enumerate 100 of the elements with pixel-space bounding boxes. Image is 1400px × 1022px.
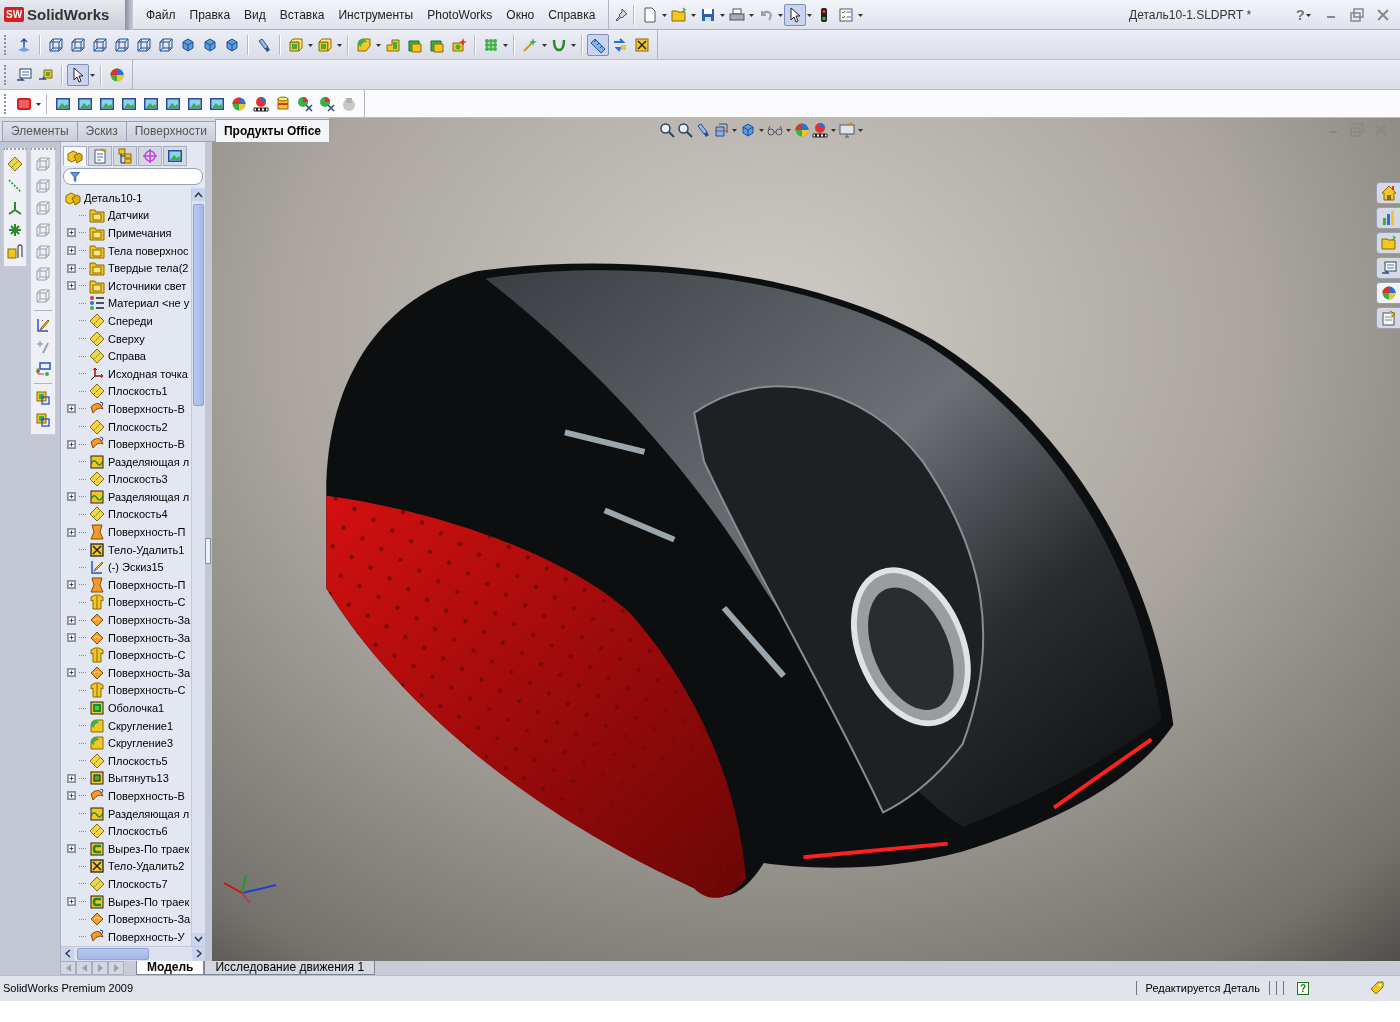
- tree-item[interactable]: Поверхность-С: [108, 684, 186, 697]
- caret-down-icon[interactable]: [194, 936, 203, 943]
- picture-icon[interactable]: [121, 95, 137, 112]
- copy-box-icon[interactable]: [35, 390, 51, 406]
- tree-item[interactable]: Плоскость6: [108, 825, 168, 838]
- cube-icon[interactable]: [202, 36, 218, 53]
- picture-icon[interactable]: [165, 95, 181, 112]
- tree-item[interactable]: Примечания: [108, 227, 172, 239]
- command-tab[interactable]: Элементы: [2, 121, 78, 141]
- checkered-sphere-icon[interactable]: [253, 95, 269, 112]
- expand-button[interactable]: [67, 527, 76, 537]
- tree-item[interactable]: Сверху: [108, 332, 145, 345]
- asterisk-icon[interactable]: [7, 222, 23, 238]
- command-tab[interactable]: Поверхности: [125, 121, 216, 141]
- task-pane-tab[interactable]: [1376, 257, 1400, 279]
- command-tab[interactable]: Эскиз: [76, 121, 127, 141]
- task-pane-tab[interactable]: [1376, 182, 1400, 204]
- clipboard-icon[interactable]: [1381, 310, 1397, 326]
- tree-item[interactable]: Разделяющая л: [108, 490, 190, 503]
- expand-button[interactable]: [67, 615, 76, 625]
- house-icon[interactable]: [1381, 185, 1397, 201]
- tree-item[interactable]: Деталь10-1: [84, 191, 143, 204]
- swap-arrows-icon[interactable]: [612, 36, 628, 53]
- expand-button[interactable]: [67, 439, 76, 449]
- model-tab[interactable]: Исследование движения 1: [204, 960, 376, 975]
- wireframe-cube-icon[interactable]: [70, 36, 86, 53]
- cross-box-icon[interactable]: [634, 36, 650, 53]
- tree-item[interactable]: (-) Эскиз15: [108, 561, 164, 574]
- sphere-icon[interactable]: [109, 66, 125, 83]
- task-pane-tab[interactable]: [1376, 282, 1400, 304]
- task-pane-tab[interactable]: [1376, 307, 1400, 329]
- tree-item[interactable]: Плоскость2: [108, 420, 168, 433]
- toolbar-grip[interactable]: [125, 0, 133, 30]
- picture-icon[interactable]: [77, 95, 93, 112]
- cylinder-icon[interactable]: [275, 95, 291, 112]
- expand-button[interactable]: [67, 633, 76, 643]
- printer-icon[interactable]: [729, 6, 746, 23]
- tree-item[interactable]: Датчики: [108, 209, 150, 222]
- menu-item[interactable]: Вид: [237, 5, 273, 24]
- tree-item[interactable]: Скругление1: [108, 719, 173, 732]
- scrollbar-thumb[interactable]: [77, 947, 149, 960]
- wireframe-cube-icon[interactable]: [136, 36, 152, 53]
- box-arrow-icon[interactable]: [38, 66, 54, 83]
- expand-button[interactable]: [67, 404, 76, 414]
- monitor-icon[interactable]: [839, 122, 855, 138]
- expand-button[interactable]: [67, 246, 76, 256]
- tag-icon[interactable]: [1369, 980, 1385, 997]
- list-arrow-icon[interactable]: [1381, 260, 1397, 276]
- expand-button[interactable]: [67, 580, 76, 590]
- command-tab[interactable]: Продукты Office: [214, 119, 330, 142]
- paper-clip-icon[interactable]: [7, 244, 23, 260]
- tree-item[interactable]: Вытянуть13: [108, 772, 169, 785]
- picture-icon[interactable]: [143, 95, 159, 112]
- expand-button[interactable]: [67, 492, 76, 502]
- sphere-icon[interactable]: [231, 95, 247, 112]
- tree-item[interactable]: Разделяющая л: [108, 455, 190, 468]
- expand-button[interactable]: [67, 228, 76, 238]
- expand-button[interactable]: [67, 263, 76, 273]
- wireframe-cube-icon[interactable]: [114, 36, 130, 53]
- tree-item[interactable]: Скругление3: [108, 737, 173, 750]
- zoom-icon[interactable]: [677, 122, 693, 138]
- picture-icon[interactable]: [55, 95, 71, 112]
- tree-item[interactable]: Справа: [108, 350, 146, 363]
- wireframe-cube-icon[interactable]: [158, 36, 174, 53]
- menu-item[interactable]: PhotoWorks: [420, 5, 500, 24]
- box-icon[interactable]: [451, 36, 467, 53]
- wireframe-cube-icon[interactable]: [92, 36, 108, 53]
- sphere-scissors-icon[interactable]: [319, 95, 335, 112]
- pencil-icon[interactable]: [35, 317, 51, 333]
- tree-item[interactable]: Источники свет: [108, 279, 187, 292]
- tree-item[interactable]: Плоскость1: [108, 385, 168, 398]
- menu-item[interactable]: Инструменты: [331, 5, 421, 24]
- expand-button[interactable]: [67, 791, 76, 801]
- flashlight-icon[interactable]: [256, 36, 272, 53]
- tree-item[interactable]: Тело-Удалить1: [108, 543, 185, 556]
- wireframe-cube-icon[interactable]: [48, 36, 64, 53]
- list-arrow-icon[interactable]: [16, 66, 32, 83]
- close-icon[interactable]: [1376, 7, 1390, 22]
- box-icon[interactable]: [288, 36, 304, 53]
- restore-icon[interactable]: [1350, 7, 1364, 22]
- cube-icon[interactable]: [740, 122, 756, 138]
- tree-item[interactable]: Поверхность-С: [108, 649, 186, 662]
- checkered-sphere-icon[interactable]: [812, 122, 828, 138]
- relations-icon[interactable]: [35, 361, 51, 377]
- scroll-down-button[interactable]: [192, 932, 205, 946]
- menu-item[interactable]: Окно: [499, 5, 542, 24]
- menu-item[interactable]: Вставка: [272, 5, 332, 24]
- plane-icon[interactable]: [7, 156, 23, 172]
- scrollbar-thumb[interactable]: [193, 204, 204, 406]
- tree-item[interactable]: Материал <не у: [108, 297, 190, 310]
- tree-item[interactable]: Плоскость3: [108, 473, 168, 486]
- tree-item[interactable]: Поверхность-За: [108, 631, 191, 644]
- cube-icon[interactable]: [180, 36, 196, 53]
- tree-item[interactable]: Разделяющая л: [108, 807, 190, 820]
- picture-icon[interactable]: [99, 95, 115, 112]
- expand-button[interactable]: [67, 281, 76, 291]
- task-pane-tab[interactable]: [1376, 207, 1400, 229]
- sphere-icon[interactable]: [1381, 285, 1397, 301]
- tree-item[interactable]: Плоскость5: [108, 754, 168, 767]
- tree-item[interactable]: Поверхность-С: [108, 596, 186, 609]
